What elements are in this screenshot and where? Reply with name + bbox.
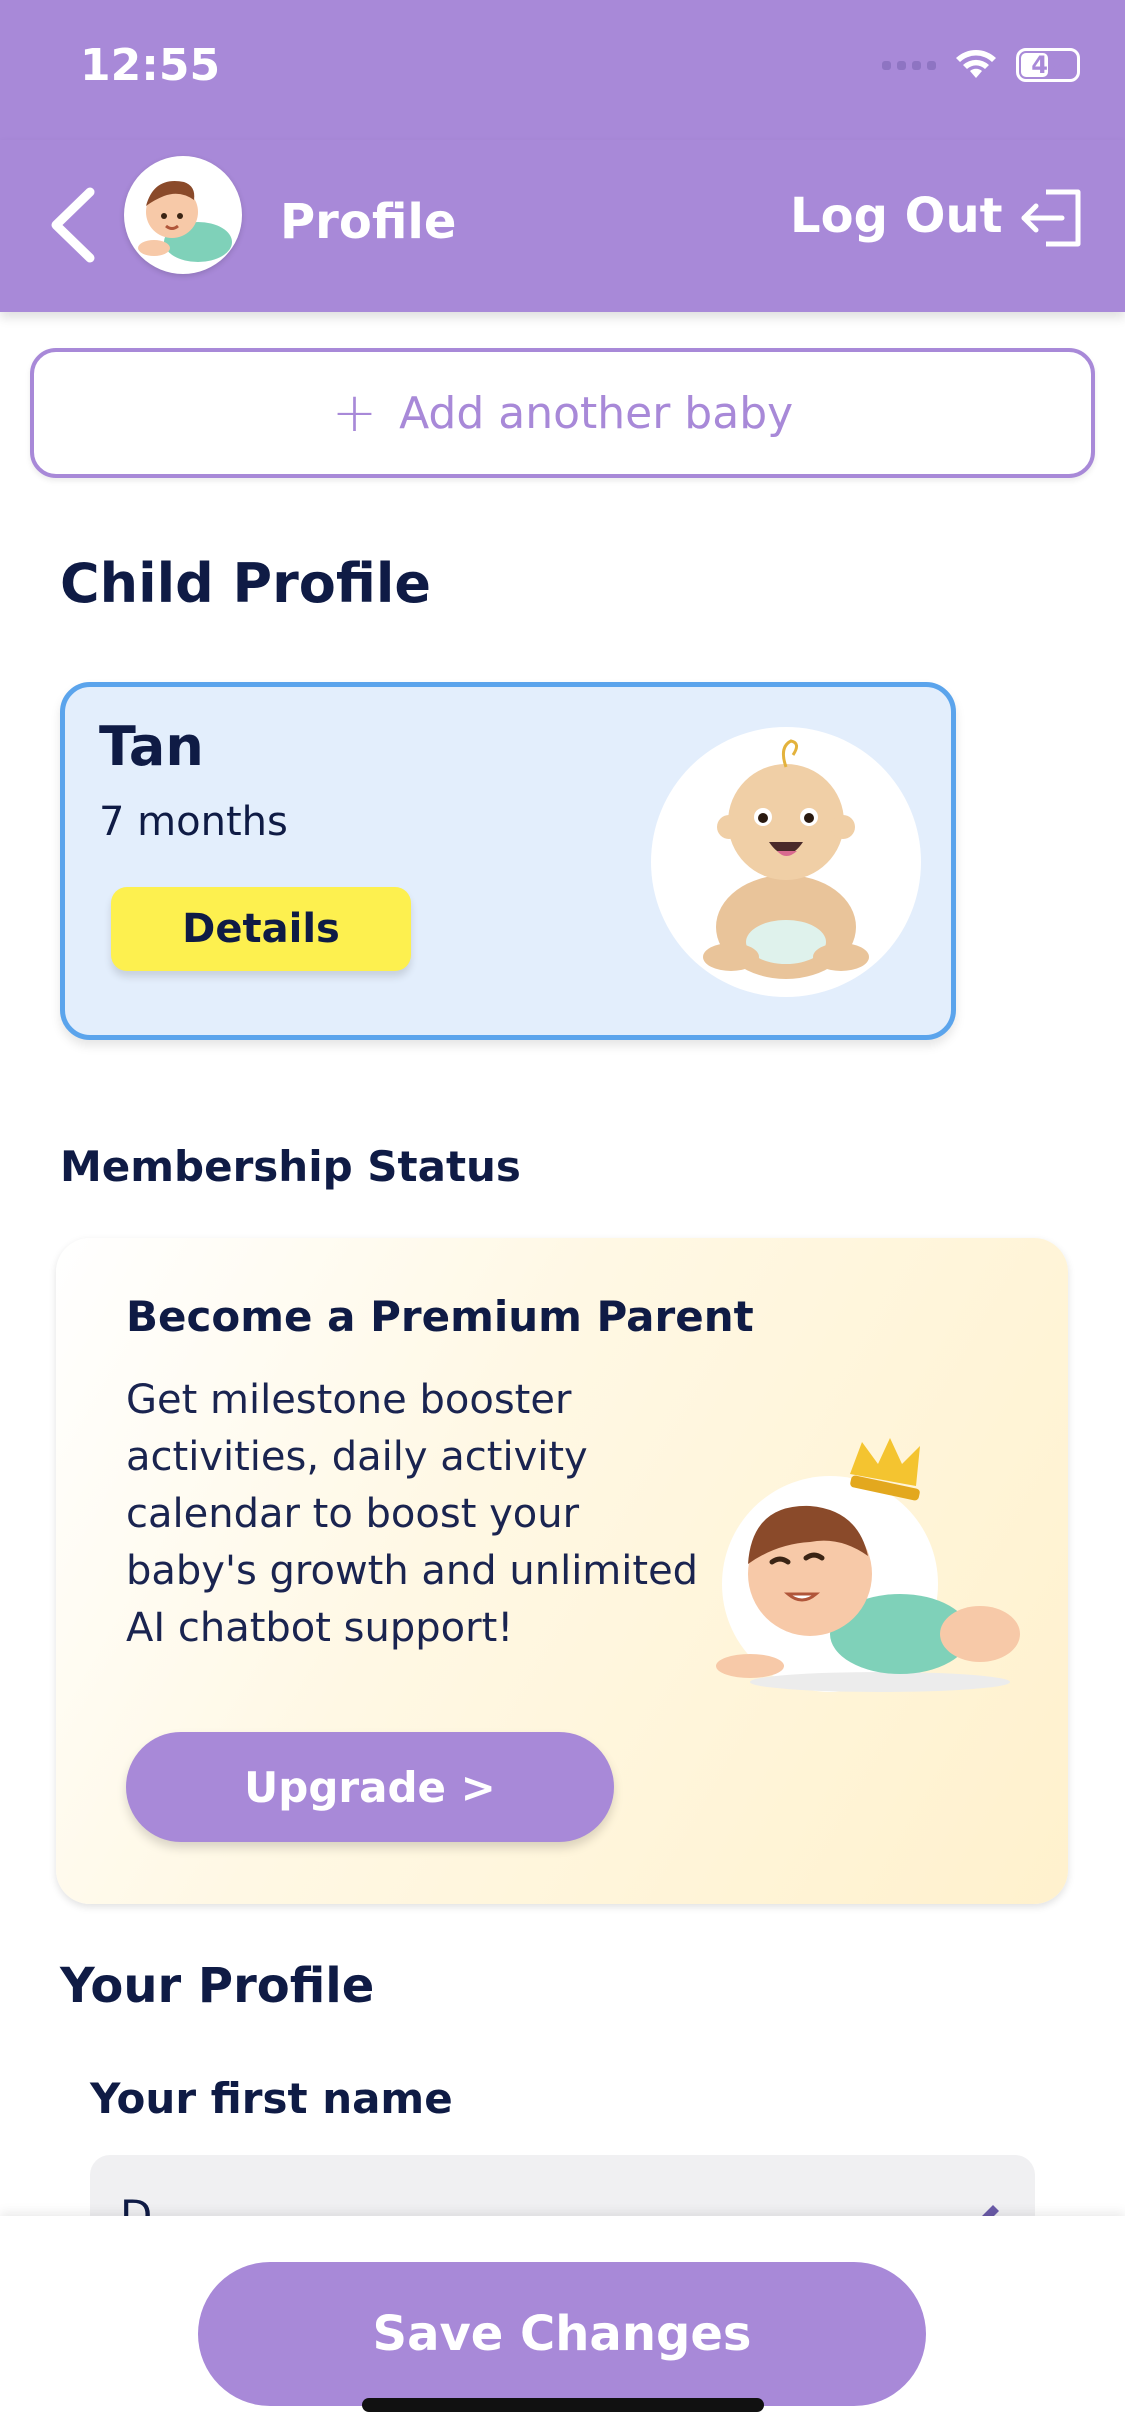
logout-icon[interactable] bbox=[1018, 186, 1088, 250]
baby-avatar-icon bbox=[138, 181, 232, 262]
signal-icon bbox=[882, 60, 936, 70]
crowned-baby-icon bbox=[716, 1438, 1020, 1692]
logout-button[interactable]: Log Out bbox=[790, 188, 1003, 244]
premium-title: Become a Premium Parent bbox=[126, 1292, 754, 1341]
premium-description: Get milestone booster activities, daily … bbox=[126, 1377, 699, 1651]
back-arrow-icon[interactable] bbox=[42, 180, 112, 270]
add-baby-label: Add another baby bbox=[399, 387, 794, 439]
child-profile-heading: Child Profile bbox=[60, 552, 432, 615]
premium-card: Become a Premium Parent Get milestone bo… bbox=[56, 1238, 1068, 1904]
upgrade-button[interactable]: Upgrade > bbox=[126, 1732, 614, 1842]
baby-avatar[interactable] bbox=[124, 156, 242, 274]
status-time: 12:55 bbox=[80, 40, 221, 91]
child-card[interactable]: Tan 7 months Details bbox=[60, 682, 956, 1040]
details-button[interactable]: Details bbox=[111, 887, 411, 971]
details-label: Details bbox=[182, 906, 340, 952]
add-another-baby-button[interactable]: + Add another baby bbox=[30, 348, 1095, 478]
plus-icon: + bbox=[331, 381, 378, 444]
membership-status-heading: Membership Status bbox=[60, 1142, 521, 1191]
battery-icon: 47 bbox=[1016, 48, 1080, 82]
baby-illustration bbox=[651, 727, 921, 997]
your-profile-heading: Your Profile bbox=[60, 1958, 375, 2014]
save-changes-label: Save Changes bbox=[372, 2306, 752, 2362]
wifi-icon bbox=[956, 50, 996, 78]
upgrade-label: Upgrade > bbox=[244, 1762, 496, 1812]
save-changes-button[interactable]: Save Changes bbox=[198, 2262, 926, 2406]
first-name-label: Your first name bbox=[90, 2074, 453, 2123]
page-title: Profile bbox=[280, 194, 457, 250]
status-bar: 12:55 47 bbox=[0, 0, 1125, 140]
child-age: 7 months bbox=[99, 799, 288, 845]
battery-level: 47 bbox=[1031, 51, 1065, 79]
status-icons: 47 bbox=[882, 48, 1080, 82]
top-header: Profile Log Out bbox=[0, 140, 1125, 312]
child-name: Tan bbox=[99, 715, 204, 778]
home-indicator bbox=[362, 2398, 764, 2412]
sitting-baby-icon bbox=[703, 739, 869, 979]
